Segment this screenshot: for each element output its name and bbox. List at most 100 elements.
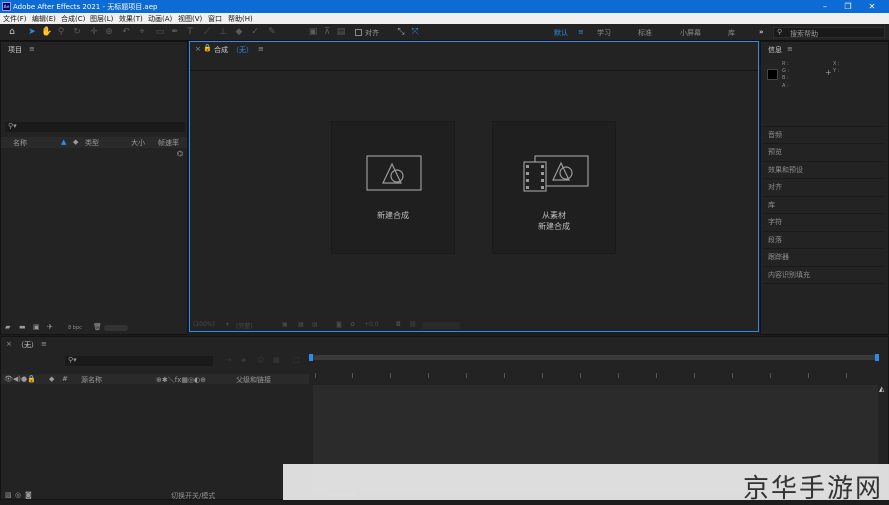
close-tab-icon[interactable]: ×	[6, 340, 12, 348]
workspace-libraries[interactable]: 库	[728, 28, 735, 38]
lock-icon[interactable]: 🔒	[203, 44, 212, 52]
timeline-search-input[interactable]: ⚲▾	[65, 356, 213, 366]
new-composition-card[interactable]: 新建合成	[331, 121, 455, 254]
sort-ascending-icon[interactable]: ▲	[61, 138, 66, 146]
project-settings-icon[interactable]: ✈	[47, 323, 53, 331]
close-icon[interactable]: ✕	[862, 1, 882, 12]
align-checkbox[interactable]	[355, 29, 362, 36]
puppet-tool-icon[interactable]: ✎	[267, 27, 277, 37]
delete-icon[interactable]: 🗑	[93, 323, 102, 331]
column-source-name[interactable]: 源名称	[81, 375, 102, 385]
label-tag-icon[interactable]: ◆	[49, 375, 54, 383]
snap-feature-icon[interactable]: ⤡	[396, 27, 406, 37]
camera-icon[interactable]: ◘	[396, 321, 401, 328]
time-ruler[interactable]	[311, 370, 877, 380]
work-area-bar[interactable]	[311, 355, 879, 360]
transparency-grid-icon[interactable]: ▦	[298, 321, 304, 328]
search-help-input[interactable]: ⚲ 搜索帮助	[773, 27, 885, 38]
work-area-end-handle[interactable]	[875, 354, 879, 361]
graph-editor-icon[interactable]: ▢	[293, 356, 300, 364]
project-search-input[interactable]: ⚲▾	[5, 122, 185, 132]
column-name[interactable]: 名称	[13, 138, 27, 148]
chevron-down-icon[interactable]: ▾	[226, 321, 229, 328]
mask-visibility-icon[interactable]: ▤	[312, 321, 318, 328]
clone-stamp-tool-icon[interactable]: ⊥	[218, 27, 228, 37]
panel-align[interactable]: 对齐	[768, 182, 782, 192]
snap-option2-icon[interactable]: ▤	[336, 27, 346, 37]
rotate-tool-icon[interactable]: ↻	[72, 27, 82, 37]
menu-edit[interactable]: 编辑(E)	[32, 14, 56, 24]
menu-view[interactable]: 视图(V)	[178, 14, 202, 24]
panel-tracker[interactable]: 跟踪器	[768, 252, 789, 262]
exposure-value[interactable]: +0.0	[364, 321, 379, 328]
interpret-footage-icon[interactable]: ▰	[5, 323, 10, 331]
menu-effect[interactable]: 效果(T)	[119, 14, 143, 24]
menu-animation[interactable]: 动画(A)	[148, 14, 172, 24]
menu-file[interactable]: 文件(F)	[3, 14, 27, 24]
render-time-icon[interactable]: ▨	[5, 491, 12, 499]
snap-icon[interactable]: ▣	[308, 27, 318, 37]
track-tool-icon[interactable]: ⌖	[137, 27, 147, 37]
home-icon[interactable]: ⌂	[7, 27, 17, 37]
workspace-default-menu-icon[interactable]: ≡	[578, 28, 584, 36]
zoom-dropdown[interactable]: (100%)	[193, 321, 215, 328]
snapshot-icon[interactable]: ◙	[336, 321, 342, 328]
layer-number-icon[interactable]: #	[62, 375, 68, 383]
orbit-tool-icon[interactable]: ↶	[121, 27, 131, 37]
work-area-start-handle[interactable]	[309, 354, 313, 361]
menu-window[interactable]: 窗口	[208, 14, 222, 24]
anchor-tool-icon[interactable]: ⊕	[104, 27, 114, 37]
in-out-icon[interactable]: ◙	[25, 491, 32, 499]
panel-audio[interactable]: 音频	[768, 130, 782, 140]
composition-menu-icon[interactable]: ≡	[258, 45, 264, 53]
workspace-standard[interactable]: 标准	[638, 28, 652, 38]
menu-help[interactable]: 帮助(H)	[228, 14, 253, 24]
info-menu-icon[interactable]: ≡	[787, 45, 793, 53]
new-composition-icon[interactable]: ▣	[33, 323, 40, 331]
menu-composition[interactable]: 合成(C)	[61, 14, 85, 24]
panel-preview[interactable]: 预览	[768, 147, 782, 157]
more-workspaces-icon[interactable]: »	[759, 28, 764, 36]
column-frame-rate[interactable]: 帧速率	[158, 138, 179, 148]
comp-mini-flowchart-icon[interactable]: ⇢	[225, 356, 231, 364]
layer-switches-icons[interactable]: ⊕✱＼fx▦◎◐⊕	[156, 375, 206, 385]
panel-content-aware-fill[interactable]: 内容识别填充	[768, 270, 810, 280]
timeline-tab[interactable]: （无）	[17, 340, 38, 350]
workspace-learn[interactable]: 学习	[597, 28, 611, 38]
frame-blending-icon[interactable]: ▦	[273, 356, 280, 364]
info-tab[interactable]: 信息	[768, 45, 782, 55]
panel-libraries[interactable]: 库	[768, 200, 775, 210]
zoom-tool-icon[interactable]: ⚲	[56, 27, 66, 37]
hand-tool-icon[interactable]: ✋	[41, 27, 52, 37]
pen-tool-icon[interactable]: ✒	[170, 27, 180, 37]
menu-layer[interactable]: 图层(L)	[90, 14, 113, 24]
panel-paragraph[interactable]: 段落	[768, 235, 782, 245]
show-channel-icon[interactable]: ✿	[350, 321, 355, 328]
column-size[interactable]: 大小	[131, 138, 145, 148]
restore-icon[interactable]: ❐	[838, 1, 858, 12]
expand-modes-icon[interactable]: ◎	[15, 491, 21, 499]
comp-button-icon[interactable]: ◭	[879, 385, 884, 393]
workspace-small-screen[interactable]: 小屏幕	[680, 28, 701, 38]
region-of-interest-icon[interactable]: ▣	[282, 321, 288, 328]
close-tab-icon[interactable]: ×	[195, 45, 201, 53]
color-depth-label[interactable]: 8 bpc	[68, 325, 82, 331]
column-parent-link[interactable]: 父级和链接	[236, 375, 271, 385]
av-switches-icon[interactable]: 👁◀)●🔒	[4, 375, 36, 383]
thumbnail-slider[interactable]	[104, 325, 128, 331]
composition-tab[interactable]: 合成	[214, 45, 228, 55]
draft-3d-icon[interactable]: ◈	[241, 356, 246, 364]
minimize-icon[interactable]: –	[815, 1, 835, 12]
project-tab[interactable]: 项目	[8, 45, 22, 55]
snap-option-icon[interactable]: ⊼	[322, 27, 332, 37]
selection-tool-icon[interactable]: ➤	[27, 27, 37, 37]
snap-expand-icon[interactable]: ⤧	[410, 27, 420, 37]
timeline-menu-icon[interactable]: ≡	[41, 340, 47, 348]
shy-layers-icon[interactable]: ☺	[257, 356, 264, 364]
link-icon[interactable]: ⛓	[409, 321, 417, 328]
workspace-default[interactable]: 默认	[554, 28, 568, 38]
project-menu-icon[interactable]: ≡	[29, 45, 35, 53]
new-comp-from-footage-card[interactable]: 从素材 新建合成	[492, 121, 616, 254]
roto-brush-tool-icon[interactable]: ✓	[250, 27, 260, 37]
panel-effects-presets[interactable]: 效果和预设	[768, 165, 803, 175]
